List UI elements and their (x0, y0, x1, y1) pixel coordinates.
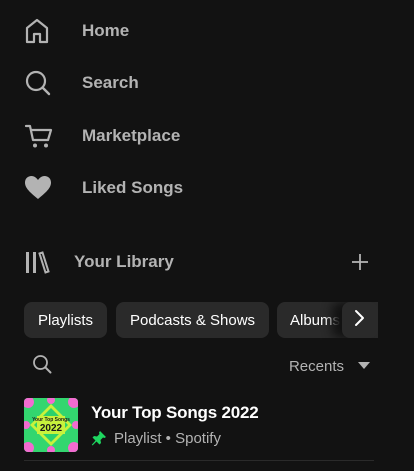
library-search-button[interactable] (32, 354, 56, 378)
nav-panel: Home Search Marketplace Liked Songs (0, 0, 414, 220)
caret-down-icon (358, 357, 370, 375)
chip-playlists[interactable]: Playlists (24, 302, 107, 338)
nav-label-liked-songs: Liked Songs (82, 178, 184, 197)
filter-chips: Playlists Podcasts & Shows Albums (24, 300, 378, 340)
library-title: Your Library (74, 252, 174, 271)
library-item-your-top-songs-2022[interactable]: Your Top Songs 2022 Your Top Songs 2022 … (24, 398, 384, 452)
library-filter-row: Recents (24, 352, 378, 380)
search-icon (24, 63, 68, 103)
nav-item-search[interactable]: Search (24, 63, 139, 103)
nav-item-marketplace[interactable]: Marketplace (24, 116, 180, 156)
divider (24, 460, 374, 461)
library-panel: Your Library Playlists Podcasts & Shows … (0, 228, 414, 471)
plus-icon (351, 253, 369, 276)
nav-label-home: Home (82, 21, 130, 40)
library-icon (24, 248, 52, 276)
sort-dropdown[interactable]: Recents (289, 352, 370, 380)
cover-text-year: 2022 (39, 423, 63, 434)
heart-icon (24, 168, 68, 208)
search-icon (32, 355, 52, 378)
playlist-title: Your Top Songs 2022 (91, 403, 259, 422)
nav-label-search: Search (82, 73, 139, 92)
chips-scroll-right-button[interactable] (342, 302, 378, 338)
sort-label: Recents (288, 357, 344, 375)
home-icon (24, 11, 68, 51)
create-playlist-button[interactable] (344, 248, 376, 280)
nav-item-liked-songs[interactable]: Liked Songs (24, 168, 183, 208)
playlist-cover: Your Top Songs 2022 (24, 398, 78, 452)
nav-item-home[interactable]: Home (24, 11, 129, 51)
chip-podcasts-shows[interactable]: Podcasts & Shows (116, 302, 269, 338)
cart-icon (24, 116, 68, 156)
chevron-right-icon (353, 309, 367, 332)
playlist-meta: Playlist • Spotify (114, 429, 221, 447)
pin-icon (91, 429, 109, 447)
nav-label-marketplace: Marketplace (82, 126, 181, 145)
library-header[interactable]: Your Library (24, 244, 374, 280)
